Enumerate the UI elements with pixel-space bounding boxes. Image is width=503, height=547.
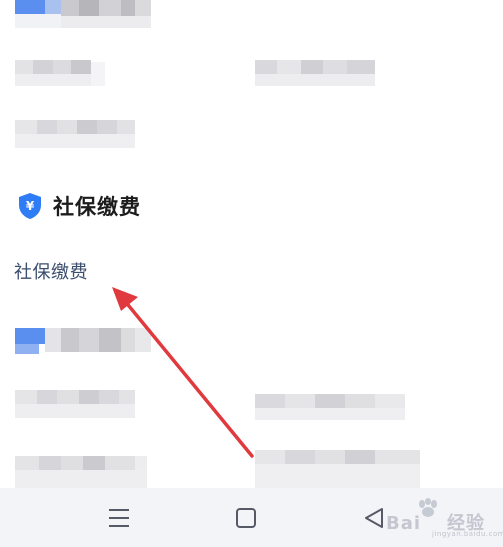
back-triangle-icon[interactable] bbox=[362, 506, 386, 530]
home-square-icon[interactable] bbox=[234, 506, 258, 530]
annotation-arrow bbox=[112, 287, 254, 458]
watermark-subtext: jingyan.baidu.com bbox=[432, 530, 503, 538]
baidu-jingyan-watermark: Bai 经验 jingyan.baidu.com bbox=[386, 498, 503, 540]
watermark-text: Bai bbox=[386, 513, 422, 534]
menu-icon[interactable] bbox=[106, 506, 132, 530]
